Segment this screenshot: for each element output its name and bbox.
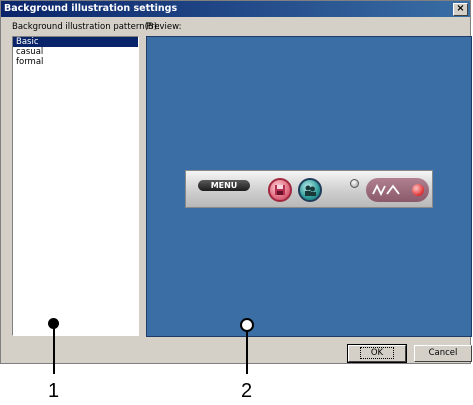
callout-1-line [53, 324, 55, 374]
preview-toolbar: MENU [185, 170, 433, 208]
window-title: Background illustration settings [4, 3, 178, 14]
pattern-item-casual[interactable]: casual [13, 47, 138, 57]
callout-2-line [246, 327, 248, 374]
preview-pane: MENU [146, 36, 472, 337]
ok-button[interactable]: OK [347, 344, 407, 363]
close-button[interactable]: × [453, 3, 468, 16]
ok-button-label: OK [359, 347, 395, 359]
callout-2-number: 2 [241, 380, 253, 402]
save-icon [268, 178, 292, 202]
menu-pill: MENU [198, 180, 250, 191]
callout-2-ring [240, 318, 254, 332]
pattern-item-formal[interactable]: formal [13, 57, 138, 67]
preview-label: Preview: [146, 22, 182, 32]
pattern-item-basic[interactable]: Basic [13, 37, 138, 47]
indicator-light-icon [350, 179, 359, 188]
settings-dialog: Background illustration settings × Backg… [0, 0, 472, 364]
pattern-label: Background illustration pattern(B): [12, 22, 160, 32]
title-bar: Background illustration settings × [1, 1, 470, 17]
pattern-listbox[interactable]: Basic casual formal [12, 36, 139, 336]
callout-1-number: 1 [48, 380, 60, 402]
logo-ball-icon [412, 184, 424, 196]
people-icon [298, 178, 322, 202]
brand-logo-icon [366, 178, 429, 202]
cancel-button[interactable]: Cancel [414, 345, 472, 362]
callout-1-dot [48, 318, 59, 329]
